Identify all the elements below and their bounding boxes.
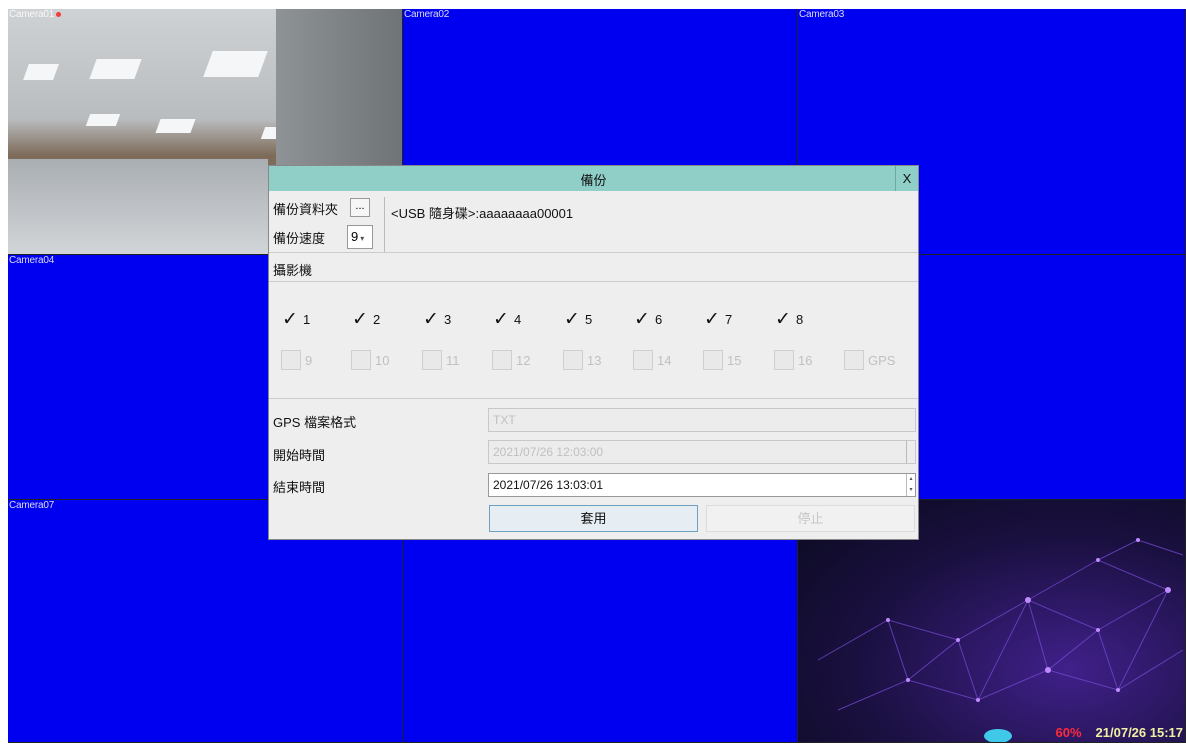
gps-format-label: GPS 檔案格式 [273,415,357,430]
gps-checkbox[interactable]: GPS [844,350,895,370]
channel-10-checkbox[interactable]: 10 [351,350,389,370]
channel-8-checkbox[interactable]: ✓ 8 [774,308,803,330]
dialog-titlebar[interactable]: 備份 X [269,166,918,191]
checkmark-icon: ✓ [352,308,368,330]
checkmark-icon: ✓ [493,308,509,330]
backup-dialog: 備份 X 備份資料夾 ... <USB 隨身碟>:aaaaaaaa00001 備… [268,165,919,540]
channel-1-checkbox[interactable]: ✓ 1 [281,308,310,330]
checkmark-icon: ✓ [634,308,650,330]
end-time-label: 結束時間 [273,480,326,495]
close-button[interactable]: X [895,166,918,191]
channel-2-checkbox[interactable]: ✓ 2 [351,308,380,330]
channel-5-checkbox[interactable]: ✓ 5 [563,308,592,330]
backup-speed-value: 9 [351,229,359,244]
checkmark-icon: ✓ [282,308,298,330]
channel-14-checkbox[interactable]: 14 [633,350,671,370]
channel-6-checkbox[interactable]: ✓ 6 [633,308,662,330]
channel-11-checkbox[interactable]: 11 [422,350,460,370]
channel-4-checkbox[interactable]: ✓ 4 [492,308,521,330]
camera-04-label: Camera04 [9,255,55,266]
channel-3-checkbox[interactable]: ✓ 3 [422,308,451,330]
spinner-icon [906,441,915,463]
channel-16-checkbox[interactable]: 16 [774,350,812,370]
camera-02-label: Camera02 [404,9,450,20]
checkmark-icon: ✓ [704,308,720,330]
storage-percent: 60% [1055,724,1082,740]
channel-12-checkbox[interactable]: 12 [492,350,530,370]
channel-9-checkbox[interactable]: 9 [281,350,312,370]
channel-13-checkbox[interactable]: 13 [563,350,601,370]
stop-button[interactable]: 停止 [706,505,915,532]
spinner-icon[interactable]: ▴ ▾ [906,474,915,496]
browse-folder-button[interactable]: ... [350,198,370,217]
backup-path-value: <USB 隨身碟>:aaaaaaaa00001 [391,206,574,221]
checkmark-icon: ✓ [775,308,791,330]
start-time-value: 2021/07/26 12:03:00 [493,445,604,459]
camera-01-label: Camera01 [9,9,55,20]
start-time-label: 開始時間 [273,448,326,463]
gps-format-select[interactable]: TXT [488,408,916,432]
backup-folder-label: 備份資料夾 [273,202,339,217]
backup-path-panel: <USB 隨身碟>:aaaaaaaa00001 [384,197,919,252]
backup-speed-select[interactable]: 9 ▾ [347,225,373,249]
channel-15-checkbox[interactable]: 15 [703,350,741,370]
divider [269,398,918,399]
clock-display: 21/07/26 15:17 [1095,724,1183,740]
camera-03-label: Camera03 [799,9,845,20]
backup-speed-label: 備份速度 [273,231,326,246]
end-time-input[interactable]: 2021/07/26 13:03:01 ▴ ▾ [488,473,916,497]
recording-dot-icon [56,11,62,17]
apply-button[interactable]: 套用 [489,505,698,532]
checkmark-icon: ✓ [564,308,580,330]
divider [269,281,918,282]
end-time-value: 2021/07/26 13:03:01 [493,478,604,492]
divider [269,252,918,253]
dialog-title: 備份 [580,173,607,188]
camera-section-label: 攝影機 [273,263,313,278]
gps-format-value: TXT [493,413,516,427]
start-time-input[interactable]: 2021/07/26 12:03:00 [488,440,916,464]
chevron-down-icon: ▾ [360,234,365,243]
channel-7-checkbox[interactable]: ✓ 7 [703,308,732,330]
checkmark-icon: ✓ [423,308,439,330]
camera-07-label: Camera07 [9,500,55,511]
